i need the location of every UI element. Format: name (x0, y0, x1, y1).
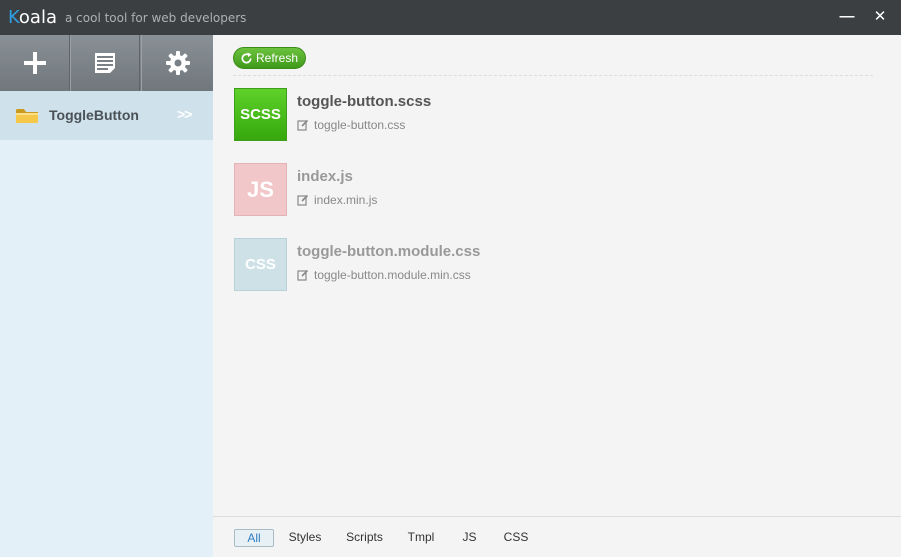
filter-scripts[interactable]: Scripts (342, 529, 387, 547)
output-filename: toggle-button.css (314, 118, 406, 132)
add-project-button[interactable] (0, 35, 70, 91)
scss-badge: SCSS (234, 88, 287, 141)
file-item[interactable]: JS index.js index.min.js (233, 163, 873, 217)
edit-icon (297, 194, 309, 206)
filter-all[interactable]: All (234, 529, 274, 547)
sidebar-toolbar (0, 35, 213, 91)
file-item[interactable]: SCSS toggle-button.scss toggle-button.cs… (233, 88, 873, 142)
settings-button[interactable] (141, 35, 213, 91)
output-path[interactable]: index.min.js (297, 193, 377, 207)
plus-icon (23, 52, 46, 74)
app-tagline: a cool tool for web developers (65, 11, 247, 25)
file-item[interactable]: CSS toggle-button.module.css toggle-butt… (233, 238, 873, 292)
filter-css[interactable]: CSS (501, 529, 531, 547)
file-name: toggle-button.module.css (297, 243, 481, 260)
sidebar: ToggleButton >> (0, 35, 213, 557)
refresh-label: Refresh (256, 51, 299, 65)
file-name: index.js (297, 168, 353, 185)
edit-icon (297, 269, 309, 281)
folder-icon (16, 109, 38, 123)
refresh-button[interactable]: Refresh (233, 47, 307, 69)
project-name: ToggleButton (49, 107, 139, 123)
css-badge: CSS (234, 238, 287, 291)
document-icon (95, 53, 115, 73)
divider (233, 75, 873, 76)
filter-bar: All Styles Scripts Tmpl JS CSS (213, 516, 901, 557)
file-name: toggle-button.scss (297, 93, 432, 110)
refresh-icon (241, 51, 252, 63)
log-button[interactable] (70, 35, 140, 91)
title-bar: Koala a cool tool for web developers — ✕ (0, 0, 901, 35)
project-item-togglebutton[interactable]: ToggleButton >> (0, 91, 213, 140)
expand-arrow-icon[interactable]: >> (177, 106, 192, 122)
output-path[interactable]: toggle-button.css (297, 118, 405, 132)
output-filename: toggle-button.module.min.css (314, 268, 471, 282)
edit-icon (297, 119, 309, 131)
js-badge: JS (234, 163, 287, 216)
filter-styles[interactable]: Styles (285, 529, 325, 547)
output-filename: index.min.js (314, 193, 378, 207)
filter-tmpl[interactable]: Tmpl (403, 529, 439, 547)
gear-icon (165, 51, 190, 75)
filter-js[interactable]: JS (456, 529, 483, 547)
app-logo: Koala (8, 7, 57, 28)
file-list-panel: Refresh SCSS toggle-button.scss toggle-b… (213, 35, 901, 516)
minimize-button[interactable]: — (836, 6, 858, 28)
close-button[interactable]: ✕ (869, 6, 891, 28)
output-path[interactable]: toggle-button.module.min.css (297, 268, 471, 282)
